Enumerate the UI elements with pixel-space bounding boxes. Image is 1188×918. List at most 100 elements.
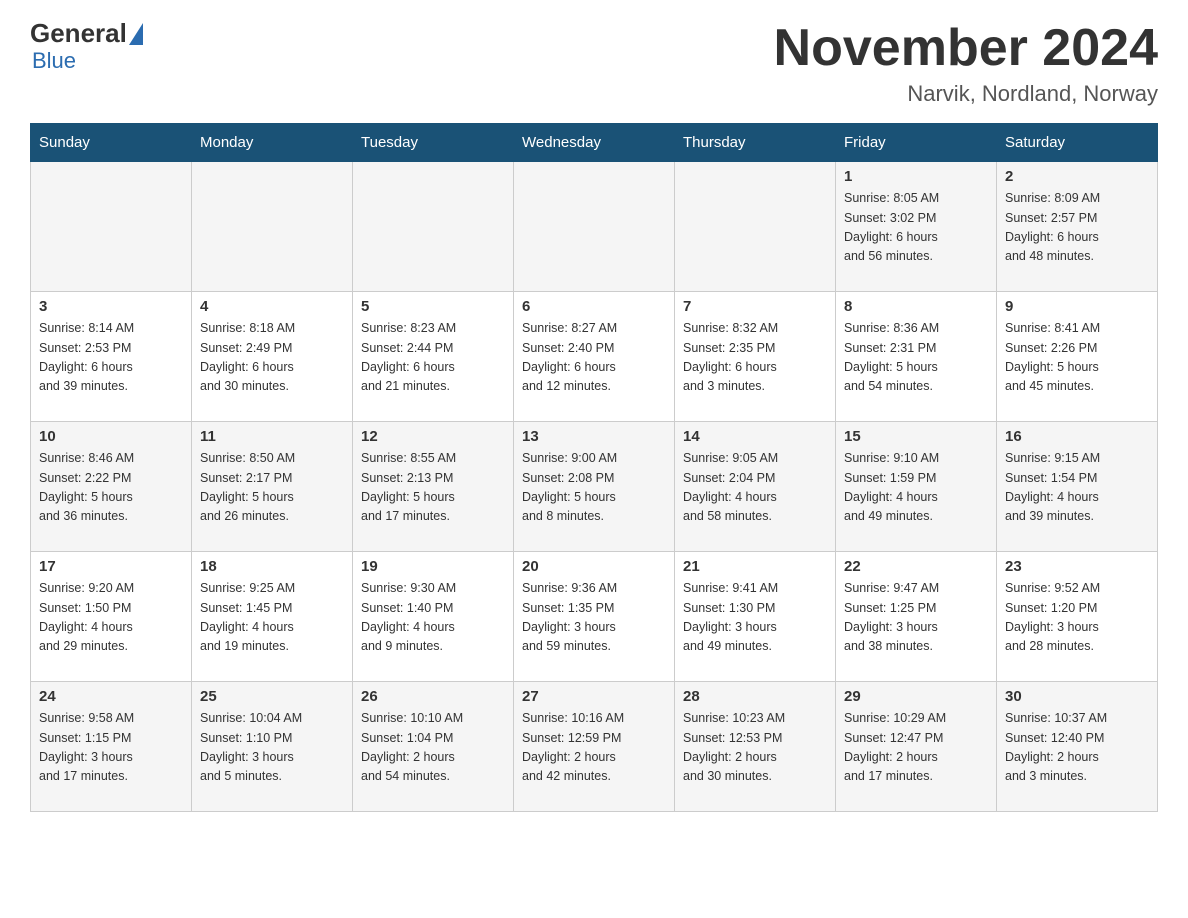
- day-cell: 5 Sunrise: 8:23 AMSunset: 2:44 PMDaylight…: [353, 292, 514, 422]
- day-number: 4: [200, 298, 344, 315]
- calendar-header: SundayMondayTuesdayWednesdayThursdayFrid…: [31, 124, 1158, 162]
- day-number: 13: [522, 428, 666, 445]
- day-info: Sunrise: 9:58 AMSunset: 1:15 PMDaylight:…: [39, 709, 183, 787]
- header-cell-monday: Monday: [192, 124, 353, 162]
- header-cell-saturday: Saturday: [997, 124, 1158, 162]
- day-info: Sunrise: 9:36 AMSunset: 1:35 PMDaylight:…: [522, 579, 666, 657]
- day-info: Sunrise: 9:30 AMSunset: 1:40 PMDaylight:…: [361, 579, 505, 657]
- day-number: 14: [683, 428, 827, 445]
- day-number: 30: [1005, 688, 1149, 705]
- day-cell: 24Sunrise: 9:58 AMSunset: 1:15 PMDayligh…: [31, 682, 192, 812]
- day-cell: 3 Sunrise: 8:14 AMSunset: 2:53 PMDaylight…: [31, 292, 192, 422]
- day-cell: [353, 162, 514, 292]
- week-row-2: 3 Sunrise: 8:14 AMSunset: 2:53 PMDaylight…: [31, 292, 1158, 422]
- logo-blue-text: Blue: [30, 48, 76, 74]
- day-info: Sunrise: 10:10 AMSunset: 1:04 PMDaylight…: [361, 709, 505, 787]
- day-info: Sunrise: 8:14 AMSunset: 2:53 PMDaylight:…: [39, 319, 183, 397]
- header: General Blue November 2024 Narvik, Nordl…: [30, 20, 1158, 107]
- title-section: November 2024 Narvik, Nordland, Norway: [774, 20, 1158, 107]
- day-number: 5: [361, 298, 505, 315]
- month-title: November 2024: [774, 20, 1158, 77]
- day-cell: 6Sunrise: 8:27 AMSunset: 2:40 PMDaylight…: [514, 292, 675, 422]
- day-info: Sunrise: 8:05 AMSunset: 3:02 PMDaylight:…: [844, 189, 988, 267]
- day-info: Sunrise: 10:16 AMSunset: 12:59 PMDayligh…: [522, 709, 666, 787]
- day-cell: 11 Sunrise: 8:50 AMSunset: 2:17 PMDayligh…: [192, 422, 353, 552]
- day-info: Sunrise: 8:55 AMSunset: 2:13 PMDaylight:…: [361, 449, 505, 527]
- day-number: 22: [844, 558, 988, 575]
- day-info: Sunrise: 10:23 AMSunset: 12:53 PMDayligh…: [683, 709, 827, 787]
- day-info: Sunrise: 10:37 AMSunset: 12:40 PMDayligh…: [1005, 709, 1149, 787]
- day-cell: 15 Sunrise: 9:10 AMSunset: 1:59 PMDayligh…: [836, 422, 997, 552]
- header-cell-sunday: Sunday: [31, 124, 192, 162]
- day-cell: 27 Sunrise: 10:16 AMSunset: 12:59 PMDayli…: [514, 682, 675, 812]
- day-number: 28: [683, 688, 827, 705]
- day-info: Sunrise: 9:47 AMSunset: 1:25 PMDaylight:…: [844, 579, 988, 657]
- day-number: 19: [361, 558, 505, 575]
- day-number: 2: [1005, 168, 1149, 185]
- day-cell: 1 Sunrise: 8:05 AMSunset: 3:02 PMDaylight…: [836, 162, 997, 292]
- logo-general-text: General: [30, 20, 127, 46]
- day-info: Sunrise: 8:09 AMSunset: 2:57 PMDaylight:…: [1005, 189, 1149, 267]
- day-number: 8: [844, 298, 988, 315]
- day-number: 11: [200, 428, 344, 445]
- calendar-body: 1 Sunrise: 8:05 AMSunset: 3:02 PMDaylight…: [31, 162, 1158, 812]
- day-number: 17: [39, 558, 183, 575]
- day-info: Sunrise: 8:36 AMSunset: 2:31 PMDaylight:…: [844, 319, 988, 397]
- day-cell: 4Sunrise: 8:18 AMSunset: 2:49 PMDaylight…: [192, 292, 353, 422]
- day-number: 20: [522, 558, 666, 575]
- location-title: Narvik, Nordland, Norway: [774, 81, 1158, 107]
- day-number: 12: [361, 428, 505, 445]
- day-info: Sunrise: 8:46 AMSunset: 2:22 PMDaylight:…: [39, 449, 183, 527]
- day-cell: 20 Sunrise: 9:36 AMSunset: 1:35 PMDayligh…: [514, 552, 675, 682]
- day-cell: [514, 162, 675, 292]
- day-info: Sunrise: 8:23 AMSunset: 2:44 PMDaylight:…: [361, 319, 505, 397]
- day-info: Sunrise: 8:41 AMSunset: 2:26 PMDaylight:…: [1005, 319, 1149, 397]
- header-row: SundayMondayTuesdayWednesdayThursdayFrid…: [31, 124, 1158, 162]
- day-number: 29: [844, 688, 988, 705]
- header-cell-tuesday: Tuesday: [353, 124, 514, 162]
- day-number: 21: [683, 558, 827, 575]
- header-cell-wednesday: Wednesday: [514, 124, 675, 162]
- day-number: 7: [683, 298, 827, 315]
- day-info: Sunrise: 9:15 AMSunset: 1:54 PMDaylight:…: [1005, 449, 1149, 527]
- day-number: 27: [522, 688, 666, 705]
- day-cell: 17 Sunrise: 9:20 AMSunset: 1:50 PMDayligh…: [31, 552, 192, 682]
- day-cell: 19 Sunrise: 9:30 AMSunset: 1:40 PMDayligh…: [353, 552, 514, 682]
- day-cell: 7 Sunrise: 8:32 AMSunset: 2:35 PMDaylight…: [675, 292, 836, 422]
- day-cell: 21Sunrise: 9:41 AMSunset: 1:30 PMDayligh…: [675, 552, 836, 682]
- day-info: Sunrise: 9:10 AMSunset: 1:59 PMDaylight:…: [844, 449, 988, 527]
- day-info: Sunrise: 10:29 AMSunset: 12:47 PMDayligh…: [844, 709, 988, 787]
- day-number: 16: [1005, 428, 1149, 445]
- day-info: Sunrise: 9:52 AMSunset: 1:20 PMDaylight:…: [1005, 579, 1149, 657]
- week-row-1: 1 Sunrise: 8:05 AMSunset: 3:02 PMDaylight…: [31, 162, 1158, 292]
- day-cell: 9 Sunrise: 8:41 AMSunset: 2:26 PMDaylight…: [997, 292, 1158, 422]
- day-cell: 10 Sunrise: 8:46 AMSunset: 2:22 PMDayligh…: [31, 422, 192, 552]
- day-number: 6: [522, 298, 666, 315]
- header-cell-friday: Friday: [836, 124, 997, 162]
- day-cell: 30 Sunrise: 10:37 AMSunset: 12:40 PMDayli…: [997, 682, 1158, 812]
- day-number: 18: [200, 558, 344, 575]
- day-cell: [31, 162, 192, 292]
- day-number: 23: [1005, 558, 1149, 575]
- day-cell: 16 Sunrise: 9:15 AMSunset: 1:54 PMDayligh…: [997, 422, 1158, 552]
- day-info: Sunrise: 8:50 AMSunset: 2:17 PMDaylight:…: [200, 449, 344, 527]
- logo-triangle-icon: [129, 23, 143, 45]
- header-cell-thursday: Thursday: [675, 124, 836, 162]
- day-info: Sunrise: 8:32 AMSunset: 2:35 PMDaylight:…: [683, 319, 827, 397]
- day-cell: 25Sunrise: 10:04 AMSunset: 1:10 PMDaylig…: [192, 682, 353, 812]
- week-row-5: 24Sunrise: 9:58 AMSunset: 1:15 PMDayligh…: [31, 682, 1158, 812]
- day-cell: 18Sunrise: 9:25 AMSunset: 1:45 PMDayligh…: [192, 552, 353, 682]
- day-number: 1: [844, 168, 988, 185]
- day-cell: 14Sunrise: 9:05 AMSunset: 2:04 PMDayligh…: [675, 422, 836, 552]
- day-cell: 29 Sunrise: 10:29 AMSunset: 12:47 PMDayli…: [836, 682, 997, 812]
- day-number: 9: [1005, 298, 1149, 315]
- day-number: 3: [39, 298, 183, 315]
- page-container: General Blue November 2024 Narvik, Nordl…: [0, 0, 1188, 842]
- day-number: 25: [200, 688, 344, 705]
- day-cell: 23 Sunrise: 9:52 AMSunset: 1:20 PMDayligh…: [997, 552, 1158, 682]
- day-number: 10: [39, 428, 183, 445]
- week-row-4: 17 Sunrise: 9:20 AMSunset: 1:50 PMDayligh…: [31, 552, 1158, 682]
- day-cell: 28 Sunrise: 10:23 AMSunset: 12:53 PMDayli…: [675, 682, 836, 812]
- day-info: Sunrise: 9:20 AMSunset: 1:50 PMDaylight:…: [39, 579, 183, 657]
- day-number: 15: [844, 428, 988, 445]
